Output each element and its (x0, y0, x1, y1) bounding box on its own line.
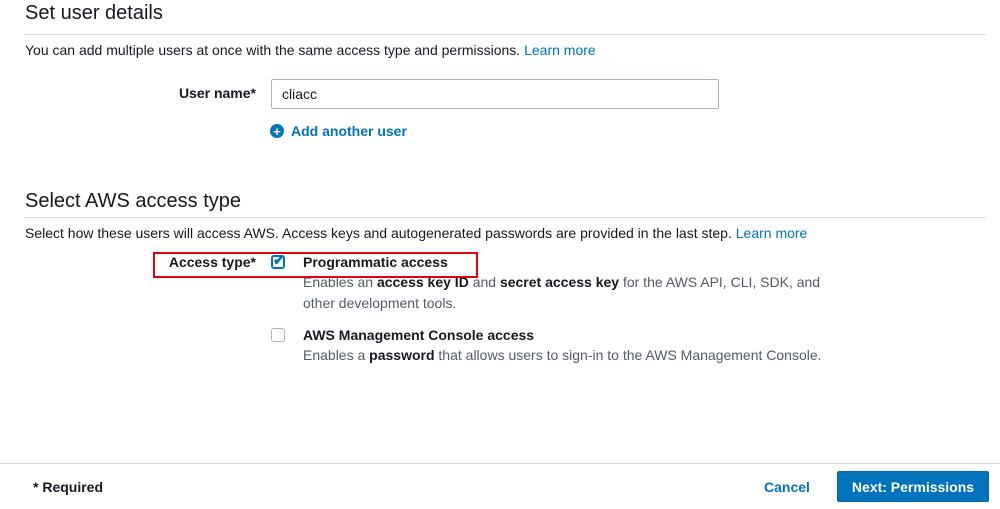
next-permissions-button[interactable]: Next: Permissions (837, 471, 989, 502)
desc-text: that allows users to sign-in to the AWS … (434, 347, 822, 363)
username-label: User name* (178, 85, 256, 101)
plus-circle-icon: + (270, 124, 284, 138)
console-access-description: Enables a password that allows users to … (303, 345, 843, 366)
username-input[interactable] (271, 79, 719, 109)
add-another-user-button[interactable]: + Add another user (270, 123, 407, 139)
desc-text: Enables a (303, 347, 370, 363)
console-access-checkbox[interactable] (271, 328, 285, 342)
section-title-user-details: Set user details (25, 2, 986, 35)
programmatic-access-description: Enables an access key ID and secret acce… (303, 272, 843, 314)
desc-bold: secret access key (499, 274, 620, 290)
learn-more-link-access[interactable]: Learn more (736, 225, 808, 241)
cancel-button[interactable]: Cancel (764, 479, 810, 495)
required-note: * Required (33, 479, 104, 495)
desc-bold: password (369, 347, 435, 363)
access-type-description-text: Select how these users will access AWS. … (25, 225, 732, 241)
add-another-user-label: Add another user (291, 123, 407, 139)
console-access-title: AWS Management Console access (303, 327, 535, 343)
learn-more-link[interactable]: Learn more (524, 42, 596, 58)
footer-bar: * Required Cancel Next: Permissions (0, 463, 1000, 509)
highlight-annotation-box (153, 252, 478, 278)
section-title-access-type: Select AWS access type (25, 190, 986, 218)
user-details-description: You can add multiple users at once with … (25, 42, 596, 58)
access-type-description: Select how these users will access AWS. … (25, 225, 807, 241)
user-details-description-text: You can add multiple users at once with … (25, 42, 521, 58)
